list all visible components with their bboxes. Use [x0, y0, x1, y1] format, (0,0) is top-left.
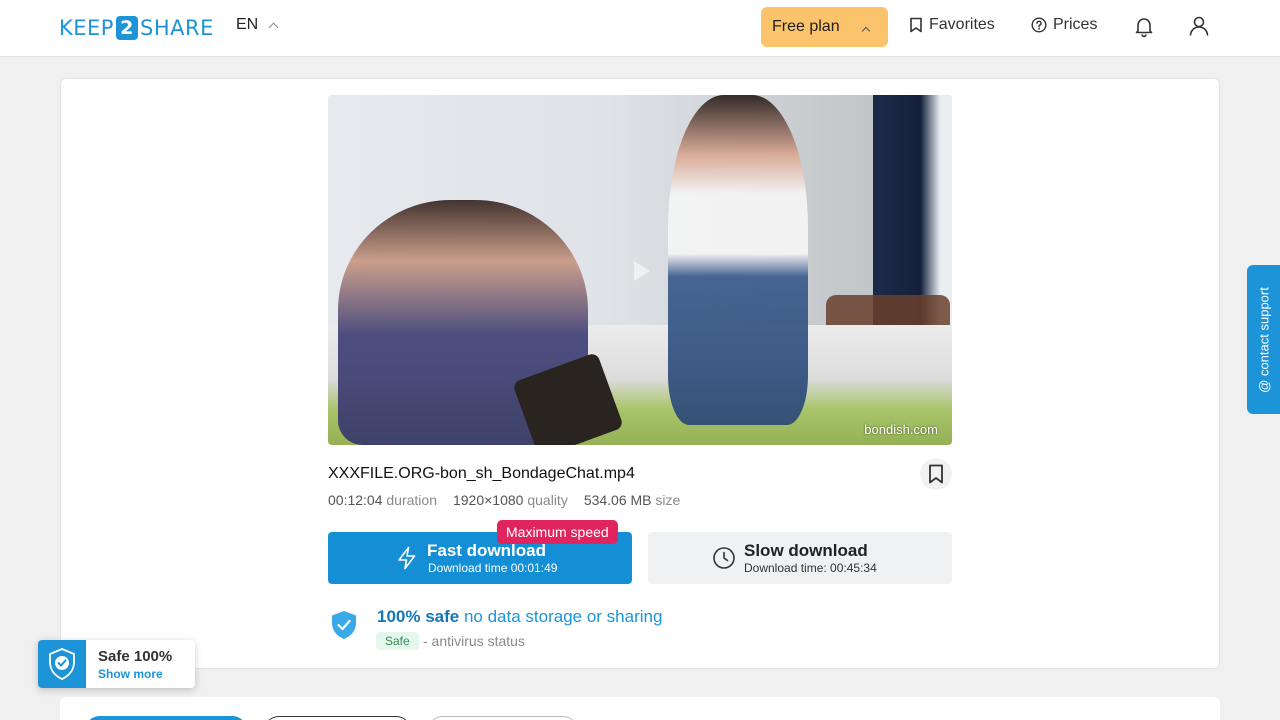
lightning-icon — [398, 546, 416, 570]
logo-text-keep: KEEP — [59, 16, 114, 40]
free-plan-label: Free plan — [772, 18, 840, 35]
maximum-speed-badge: Maximum speed — [497, 520, 618, 544]
show-more-link[interactable]: Show more — [98, 667, 163, 681]
keep2share-logo[interactable]: KEEP 2 SHARE — [59, 14, 214, 42]
video-watermark: bondish.com — [864, 422, 938, 437]
file-meta: 00:12:04 duration 1920×1080 quality 534.… — [328, 492, 680, 508]
antivirus-status-text: - antivirus status — [423, 633, 525, 649]
tab-3[interactable] — [427, 716, 579, 720]
bookmark-icon — [929, 464, 943, 484]
contact-support-tab[interactable]: @ contact support — [1247, 265, 1280, 414]
fast-download-time: Download time 00:01:49 — [428, 561, 558, 575]
video-preview[interactable]: bondish.com — [328, 95, 952, 445]
shield-check-icon — [38, 640, 86, 688]
bell-icon[interactable] — [1132, 14, 1156, 38]
prices-link[interactable]: Prices — [1031, 16, 1097, 34]
safe-100-widget[interactable]: Safe 100% Show more — [38, 640, 195, 688]
fast-download-title: Fast download — [427, 541, 546, 560]
shield-check-icon — [332, 611, 356, 639]
logo-text-share: SHARE — [139, 16, 214, 40]
safety-title: 100% safe no data storage or sharing — [377, 607, 663, 626]
prices-label: Prices — [1053, 16, 1098, 33]
slow-download-time: Download time: 00:45:34 — [744, 561, 877, 575]
favorites-label: Favorites — [929, 16, 995, 33]
quality-info: 1920×1080 quality — [452, 492, 568, 508]
chevron-up-icon — [861, 26, 871, 36]
safe-widget-title: Safe 100% — [98, 648, 173, 665]
file-name: XXXFILE.ORG-bon_sh_BondageChat.mp4 — [328, 465, 635, 482]
tab-2[interactable] — [263, 716, 412, 720]
language-label: EN — [236, 16, 259, 33]
add-to-favorites-button[interactable] — [920, 458, 952, 490]
clock-icon — [713, 547, 735, 569]
contact-support-label: @ contact support — [1256, 286, 1271, 393]
slow-download-button[interactable]: Slow download Download time: 00:45:34 — [648, 532, 952, 584]
antivirus-safe-badge: Safe — [376, 632, 419, 650]
tab-1[interactable] — [84, 716, 248, 720]
duration-info: 00:12:04 duration — [328, 492, 437, 508]
user-icon[interactable] — [1187, 14, 1211, 38]
top-header: KEEP 2 SHARE EN Free plan Favorites Prices — [0, 0, 1280, 57]
slow-download-title: Slow download — [744, 541, 868, 560]
play-icon[interactable] — [634, 261, 650, 281]
size-info: 534.06 MB size — [583, 492, 681, 508]
logo-text-2: 2 — [115, 16, 138, 40]
chevron-up-icon — [268, 22, 279, 32]
favorites-link[interactable]: Favorites — [909, 16, 995, 34]
free-plan-button[interactable]: Free plan — [761, 7, 888, 47]
question-circle-icon — [1031, 17, 1047, 33]
bookmark-icon — [910, 17, 922, 33]
language-selector[interactable]: EN — [236, 16, 279, 34]
